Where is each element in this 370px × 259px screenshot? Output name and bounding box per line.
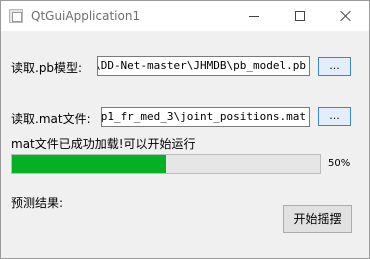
mat-path-value: n_np1_fr_med_3\joint_positions.mat: [101, 110, 306, 123]
main-window: QtGuiApplication1 读取.pb模型: tor\DD-Net-ma…: [0, 0, 370, 259]
pb-browse-button[interactable]: ...: [318, 57, 351, 76]
pb-model-label: 读取.pb模型:: [11, 61, 83, 75]
mat-path-field[interactable]: n_np1_fr_med_3\joint_positions.mat: [101, 107, 310, 127]
pb-path-field[interactable]: tor\DD-Net-master\JHMDB\pb_model.pb: [97, 56, 310, 76]
start-button[interactable]: 开始摇摆: [283, 205, 352, 233]
minimize-icon: [249, 15, 259, 17]
minimize-button[interactable]: [231, 1, 277, 31]
status-message: mat文件已成功加载!可以开始运行: [11, 137, 196, 151]
maximize-button[interactable]: [277, 1, 323, 31]
progress-percent-label: 50%: [328, 158, 351, 169]
pb-path-value: tor\DD-Net-master\JHMDB\pb_model.pb: [97, 59, 306, 72]
maximize-icon: [295, 11, 305, 21]
app-icon: [9, 9, 23, 23]
close-icon: [340, 10, 352, 22]
close-button[interactable]: [323, 1, 369, 31]
mat-file-label: 读取.mat文件:: [11, 112, 91, 126]
prediction-result-label: 预测结果:: [11, 196, 64, 210]
progress-bar: [11, 154, 321, 174]
progress-fill: [12, 155, 166, 173]
window-title: QtGuiApplication1: [31, 9, 141, 23]
title-bar[interactable]: QtGuiApplication1: [1, 1, 369, 31]
mat-browse-button[interactable]: ...: [318, 107, 351, 126]
